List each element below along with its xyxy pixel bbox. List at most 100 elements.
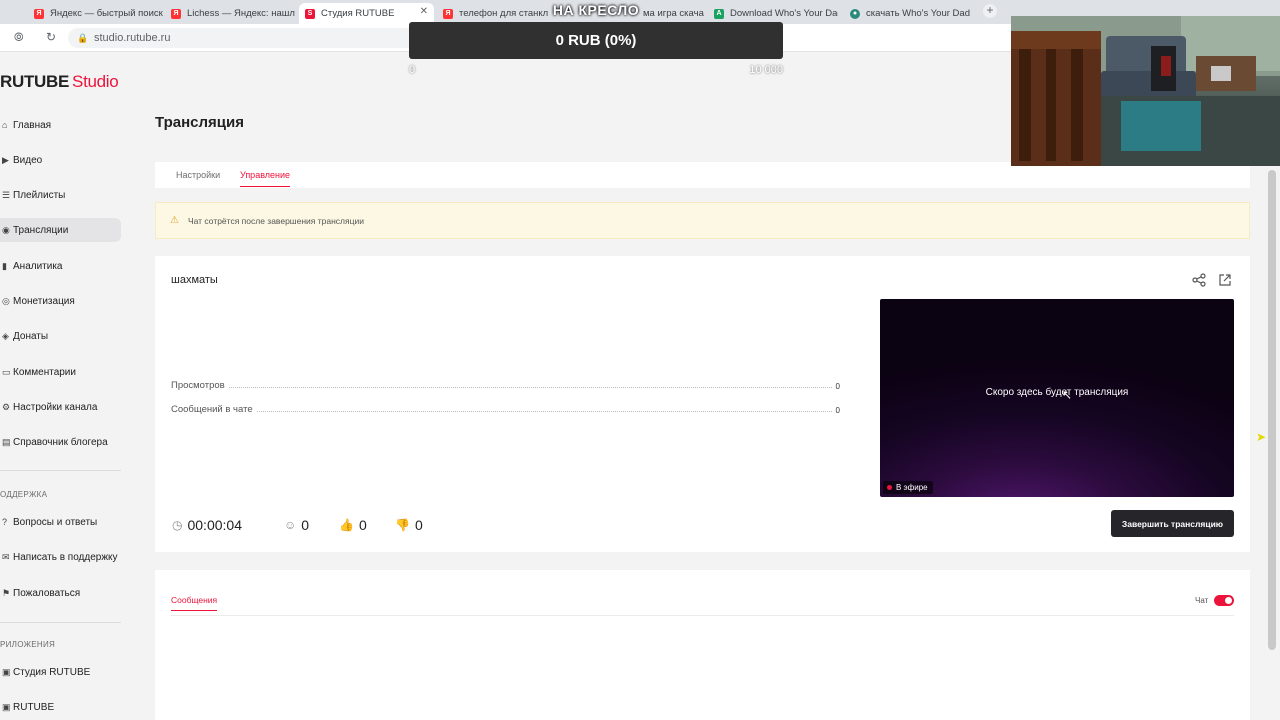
thumbs-up-icon: 👍 [339, 518, 354, 532]
webcam-image [1011, 16, 1280, 166]
sidebar-section-support: ОДДЕРЖКА [0, 490, 48, 499]
coin-icon: ◎ [2, 295, 10, 306]
stream-name: шахматы [171, 274, 218, 286]
chart-icon: ▮ [2, 260, 7, 271]
tab-settings[interactable]: Настройки [176, 170, 220, 180]
duration-value: 00:00:04 [187, 517, 242, 533]
mail-icon: ✉ [2, 551, 10, 562]
stat-dots [256, 411, 832, 412]
lock-icon: 🔒 [77, 33, 89, 43]
sidebar-item-video[interactable]: ▶ Видео [0, 148, 121, 172]
chat-toggle-label: Чат [1195, 596, 1209, 605]
stream-card: шахматы Просмотров 0 Сообщений в чате 0 … [155, 256, 1250, 552]
tab-messages[interactable]: Сообщения [171, 595, 218, 611]
yandex-logo-icon[interactable]: ⦾ [14, 30, 24, 45]
player-message: Скоро здесь будет трансляция [985, 387, 1129, 398]
yandex-icon: Я [34, 8, 44, 19]
page-title: Трансляция [155, 114, 244, 131]
donation-amount: 0 RUB (0%) [555, 32, 637, 49]
live-dot-icon [887, 485, 892, 490]
viewers-value: 0 [301, 517, 310, 533]
logo-studio: Studio [72, 72, 119, 91]
new-tab-button[interactable]: + [983, 4, 997, 18]
browser-tab[interactable]: ● скачать Who's Your Dad [844, 3, 974, 24]
donate-icon: ◈ [2, 330, 9, 341]
sidebar-item-label: Вопросы и ответы [13, 516, 98, 528]
broadcast-icon: ◉ [2, 224, 10, 235]
sidebar-section-apps: РИЛОЖЕНИЯ [0, 640, 56, 649]
live-label: В эфире [896, 483, 928, 492]
rutube-studio-logo[interactable]: RUTUBE Studio [0, 72, 119, 92]
warning-text: Чат сотрётся после завершения трансляции [187, 215, 364, 226]
sidebar-item-blogger-guide[interactable]: ▤ Справочник блогера [0, 430, 121, 454]
sidebar-item-faq[interactable]: ? Вопросы и ответы [0, 510, 121, 534]
sidebar-item-rutube-app[interactable]: ▣ RUTUBE [0, 695, 121, 719]
stat-value: 0 [835, 382, 840, 391]
external-link-icon[interactable] [1218, 273, 1232, 287]
live-badge: В эфире [883, 481, 933, 494]
tab-management[interactable]: Управление [240, 170, 291, 187]
messages-divider [171, 615, 1234, 616]
studio-icon: ▣ [2, 666, 11, 677]
donation-progress-bar: 0 RUB (0%) [409, 22, 783, 59]
sidebar-item-home[interactable]: ⌂ Главная [0, 113, 121, 137]
sidebar-item-label: Студия RUTUBE [13, 666, 91, 678]
end-stream-button[interactable]: Завершить трансляцию [1111, 510, 1234, 537]
sidebar-item-label: Комментарии [13, 366, 76, 378]
browser-tab[interactable]: Я Яндекс — быстрый поиск [28, 3, 163, 24]
sidebar-item-label: Настройки канала [13, 401, 98, 413]
mouse-cursor-icon: ➤ [1256, 430, 1267, 444]
url-field[interactable]: 🔒 studio.rutube.ru [68, 28, 438, 48]
sidebar-item-broadcasts[interactable]: ◉ Трансляции [0, 218, 121, 242]
sidebar-divider [0, 622, 121, 623]
messages-card: Сообщения Чат [155, 570, 1250, 720]
donation-min: 0 [409, 64, 416, 76]
browser-tab[interactable]: Я Lichess — Яндекс: нашлось [165, 3, 295, 24]
help-icon: ? [2, 517, 8, 527]
sidebar-item-label: Аналитика [13, 260, 63, 272]
thumbs-down-icon: 👎 [395, 518, 410, 532]
sidebar-divider [0, 470, 121, 471]
stat-label: Просмотров [171, 380, 225, 391]
metric-viewers: ☺ 0 [284, 517, 309, 533]
settings-icon: ⚙ [2, 401, 11, 412]
metric-likes: 👍 0 [339, 517, 367, 533]
chat-warning-banner: ⚠ Чат сотрётся после завершения трансляц… [155, 202, 1250, 239]
sidebar-item-channel-settings[interactable]: ⚙ Настройки канала [0, 395, 121, 419]
reload-icon[interactable]: ↻ [46, 30, 56, 44]
yandex-icon: Я [171, 8, 181, 19]
stat-label: Сообщений в чате [171, 404, 253, 415]
share-icon[interactable] [1192, 273, 1206, 287]
sidebar-item-donations[interactable]: ◈ Донаты [0, 324, 121, 348]
sidebar-item-label: Трансляции [13, 224, 69, 236]
sidebar-item-playlists[interactable]: ☰ Плейлисты [0, 183, 121, 207]
page-scrollbar[interactable] [1268, 170, 1276, 650]
sidebar-item-analytics[interactable]: ▮ Аналитика [0, 254, 121, 278]
mouse-cursor-icon: ↖ [1062, 388, 1073, 402]
sidebar-item-studio-app[interactable]: ▣ Студия RUTUBE [0, 660, 121, 684]
stream-player[interactable]: Скоро здесь будет трансляция В эфире [880, 299, 1234, 497]
sidebar-item-label: Пожаловаться [13, 587, 81, 599]
clock-icon: ◷ [172, 518, 183, 532]
rutube-icon: ▣ [2, 701, 11, 712]
tab-title: скачать Who's Your Dad [866, 8, 970, 19]
sidebar-item-label: Главная [13, 119, 52, 131]
dislikes-value: 0 [414, 517, 423, 533]
sidebar-item-report[interactable]: ⚑ Пожаловаться [0, 581, 121, 605]
home-icon: ⌂ [2, 120, 8, 130]
sidebar-item-label: Плейлисты [13, 189, 66, 201]
stat-views: Просмотров 0 [171, 377, 840, 391]
tab-title: Яндекс — быстрый поиск [50, 8, 163, 19]
sidebar-item-write-support[interactable]: ✉ Написать в поддержку [0, 545, 121, 569]
sidebar-item-monetization[interactable]: ◎ Монетизация [0, 289, 121, 313]
metric-duration: ◷ 00:00:04 [172, 517, 242, 533]
tab-title: Lichess — Яндекс: нашлось [187, 8, 295, 19]
tab-title: Студия RUTUBE [321, 8, 395, 19]
webcam-overlay [1011, 16, 1280, 166]
chat-toggle[interactable] [1214, 595, 1234, 606]
sidebar-item-comments[interactable]: ▭ Комментарии [0, 360, 121, 384]
sidebar-item-label: Справочник блогера [13, 436, 108, 448]
user-icon: ☺ [284, 518, 297, 532]
donation-goal-widget: НА КРЕСЛО 0 RUB (0%) 0 10 000 [409, 0, 783, 80]
stat-chat-messages: Сообщений в чате 0 [171, 401, 840, 415]
